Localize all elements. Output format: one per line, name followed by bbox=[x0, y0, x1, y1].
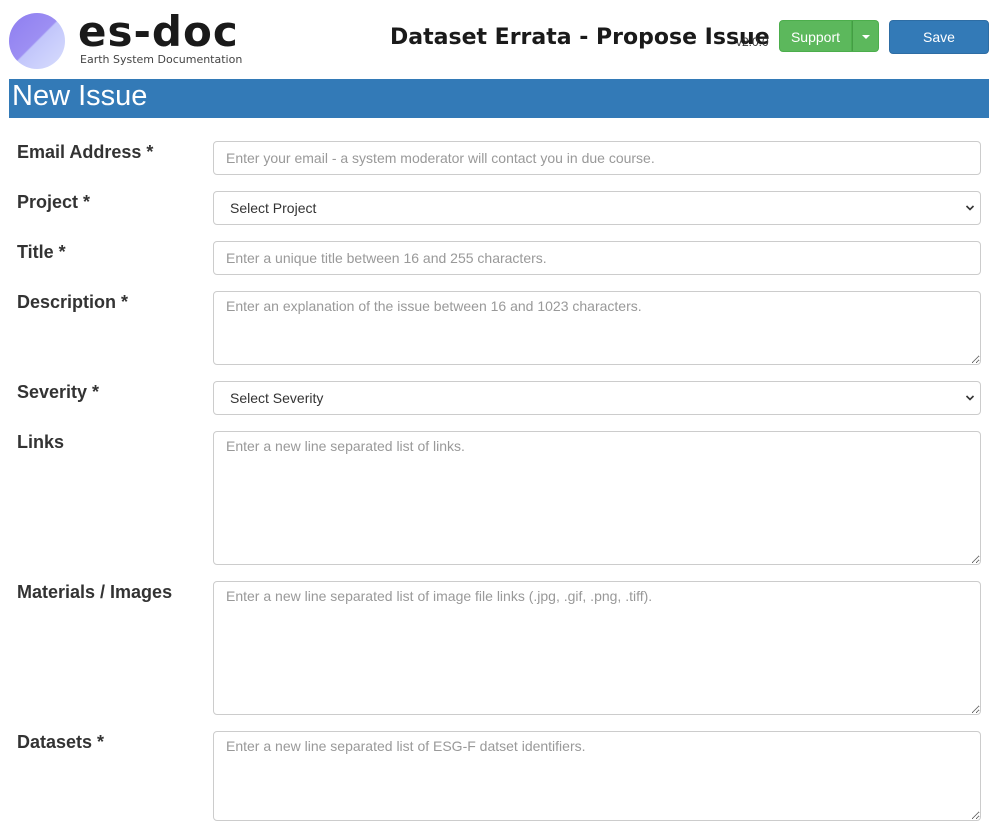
email-label: Email Address * bbox=[17, 142, 154, 162]
chevron-down-icon bbox=[965, 205, 975, 211]
logo-icon[interactable] bbox=[9, 13, 65, 69]
support-button[interactable]: Support bbox=[779, 20, 852, 52]
logo-text[interactable]: es-doc bbox=[78, 7, 239, 57]
severity-select-value: Select Severity bbox=[230, 390, 324, 406]
app-title: Dataset Errata - Propose Issue bbox=[390, 25, 770, 50]
logo-subtitle: Earth System Documentation bbox=[80, 53, 243, 66]
project-select[interactable]: Select Project bbox=[213, 191, 981, 225]
version-label: v2.0.0 bbox=[736, 35, 769, 49]
title-field[interactable] bbox=[213, 241, 981, 275]
support-dropdown-toggle[interactable] bbox=[852, 20, 879, 52]
title-label: Title * bbox=[17, 242, 66, 262]
materials-label: Materials / Images bbox=[17, 582, 173, 602]
description-label: Description * bbox=[17, 292, 129, 312]
datasets-field[interactable] bbox=[213, 731, 981, 821]
save-button[interactable]: Save bbox=[889, 20, 989, 54]
project-label: Project * bbox=[17, 192, 91, 212]
caret-down-icon bbox=[862, 35, 870, 39]
severity-select[interactable]: Select Severity bbox=[213, 381, 981, 415]
description-field[interactable] bbox=[213, 291, 981, 365]
links-field[interactable] bbox=[213, 431, 981, 565]
page-title: New Issue bbox=[9, 79, 989, 118]
page-header: es-doc Earth System Documentation Datase… bbox=[0, 0, 1003, 78]
severity-label: Severity * bbox=[17, 382, 100, 402]
links-label: Links bbox=[17, 432, 65, 452]
project-select-value: Select Project bbox=[230, 200, 317, 216]
chevron-down-icon bbox=[965, 395, 975, 401]
email-field[interactable] bbox=[213, 141, 981, 175]
materials-field[interactable] bbox=[213, 581, 981, 715]
datasets-label: Datasets * bbox=[17, 732, 105, 752]
